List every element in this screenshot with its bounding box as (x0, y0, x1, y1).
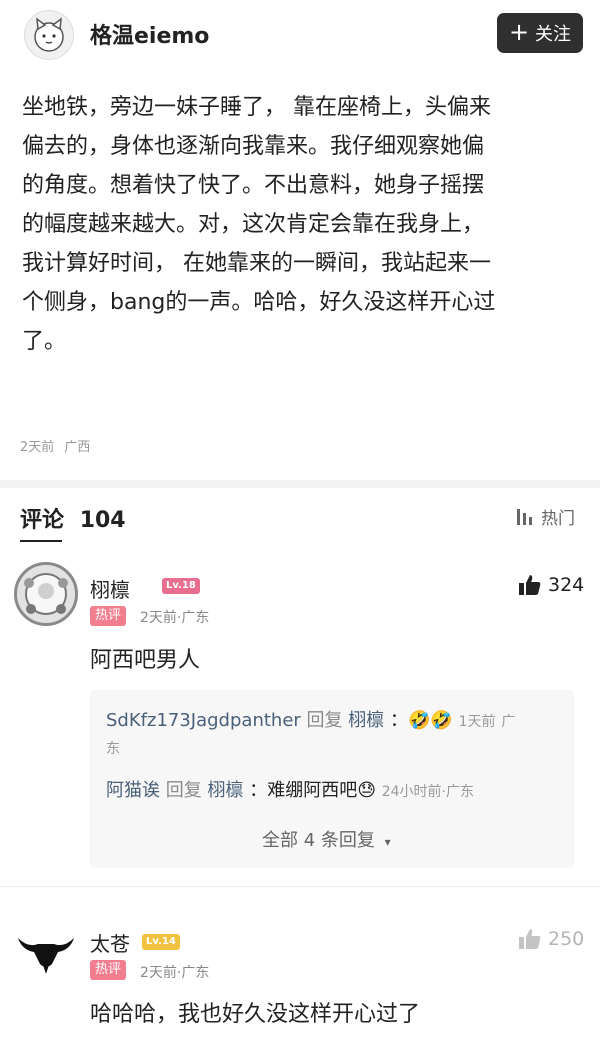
comment-time: 2天前 (140, 610, 177, 626)
post-line: 了。 (22, 329, 67, 354)
post-location: 广西 (64, 440, 91, 455)
reply-item[interactable]: 阿猫诶 回复 栩檩 ：难绷阿西吧😓 24小时前·广东 (106, 776, 474, 802)
comments-label: 评论 (20, 508, 65, 533)
thumbs-up-icon (519, 575, 541, 595)
comment-time: 2天前 (140, 965, 177, 981)
sort-icon (517, 508, 532, 525)
post-content: 坐地铁，旁边一妹子睡了， 靠在座椅上，头偏来 偏去的，身体也逐渐向我靠来。我仔细… (22, 88, 586, 361)
reply-user[interactable]: 阿猫诶 (106, 780, 160, 801)
post-line: 的幅度越来越大。对，这次肯定会靠在我身上， (22, 212, 485, 237)
sort-label: 热门 (541, 509, 575, 529)
post-meta: 2天前 广西 (20, 436, 90, 455)
level-badge: Lv.14 (142, 934, 180, 950)
comments-title: 评论 104 (20, 502, 126, 534)
reply-location: 广东 (445, 784, 474, 800)
reply-time: 24小时前 (381, 784, 442, 800)
post-line: 我计算好时间， 在她靠来的一瞬间，我站起来一 (22, 251, 491, 276)
commenter-avatar[interactable] (14, 918, 78, 982)
reply-location-part: 广 (501, 714, 516, 730)
post-line: 个侧身，bang的一声。哈哈，好久没这样开心过 (22, 290, 496, 315)
commenter-name[interactable]: 栩檩 (90, 574, 130, 603)
reply-word: 回复 (165, 780, 202, 801)
comment-location: 广东 (181, 965, 210, 981)
follow-button[interactable]: + 关注 (497, 13, 583, 53)
sort-hot-button[interactable]: 热门 (515, 504, 575, 529)
post-line: 偏去的，身体也逐渐向我靠来。我仔细观察她偏 (22, 134, 485, 159)
caret-down-icon: ▾ (384, 835, 391, 849)
like-count: 324 (548, 574, 585, 596)
comment-meta: 2天前·广东 (140, 610, 210, 626)
like-button[interactable]: 250 (518, 928, 584, 950)
comments-underline (20, 540, 62, 542)
view-all-replies-button[interactable]: 全部 4 条回复 ▾ (262, 826, 391, 852)
reply-word: 回复 (306, 710, 343, 731)
comment-text: 阿西吧男人 (90, 648, 201, 673)
reply-item[interactable]: SdKfz173Jagdpanther 回复 栩檩 ：🤣🤣 1天前 广 (106, 706, 515, 732)
follow-label: 关注 (535, 24, 572, 45)
comment-meta: 2天前·广东 (140, 965, 210, 981)
reply-target[interactable]: 栩檩 (207, 780, 243, 801)
reply-target[interactable]: 栩檩 (348, 710, 384, 731)
reply-user[interactable]: SdKfz173Jagdpanther (106, 710, 301, 731)
thumbs-up-icon (519, 929, 541, 949)
hot-comment-badge: 热评 (90, 606, 127, 626)
bull-skull-avatar-icon (18, 938, 74, 974)
view-all-label: 全部 4 条回复 (262, 830, 375, 851)
avatar-icon (24, 573, 68, 615)
commenter-avatar[interactable] (14, 562, 78, 626)
comment-divider (0, 886, 600, 887)
hot-comment-badge: 热评 (90, 960, 127, 980)
post-time: 2天前 (20, 440, 55, 455)
post-line: 的角度。想着快了快了。不出意料，她身子摇摆 (22, 173, 485, 198)
reply-location-wrap: 东 (106, 741, 120, 757)
post-line: 坐地铁，旁边一妹子睡了， 靠在座椅上，头偏来 (22, 95, 491, 120)
reply-content: ：🤣🤣 (390, 710, 453, 731)
level-badge: Lv.18 (162, 578, 200, 594)
section-divider (0, 480, 600, 488)
author-avatar[interactable] (24, 10, 74, 60)
comment-text: 哈哈哈，我也好久没这样开心过了 (90, 1002, 421, 1027)
comments-count: 104 (79, 508, 126, 533)
commenter-name[interactable]: 太苍 (90, 928, 130, 957)
reply-time: 1天前 (458, 714, 496, 730)
author-name[interactable]: 格温eiemo (90, 18, 209, 50)
like-count: 250 (548, 928, 585, 950)
cat-avatar-icon (34, 17, 64, 52)
plus-icon: + (508, 18, 530, 46)
comment-location: 广东 (181, 610, 210, 626)
like-button[interactable]: 324 (518, 574, 584, 596)
reply-content: ：难绷阿西吧😓 (249, 780, 376, 801)
